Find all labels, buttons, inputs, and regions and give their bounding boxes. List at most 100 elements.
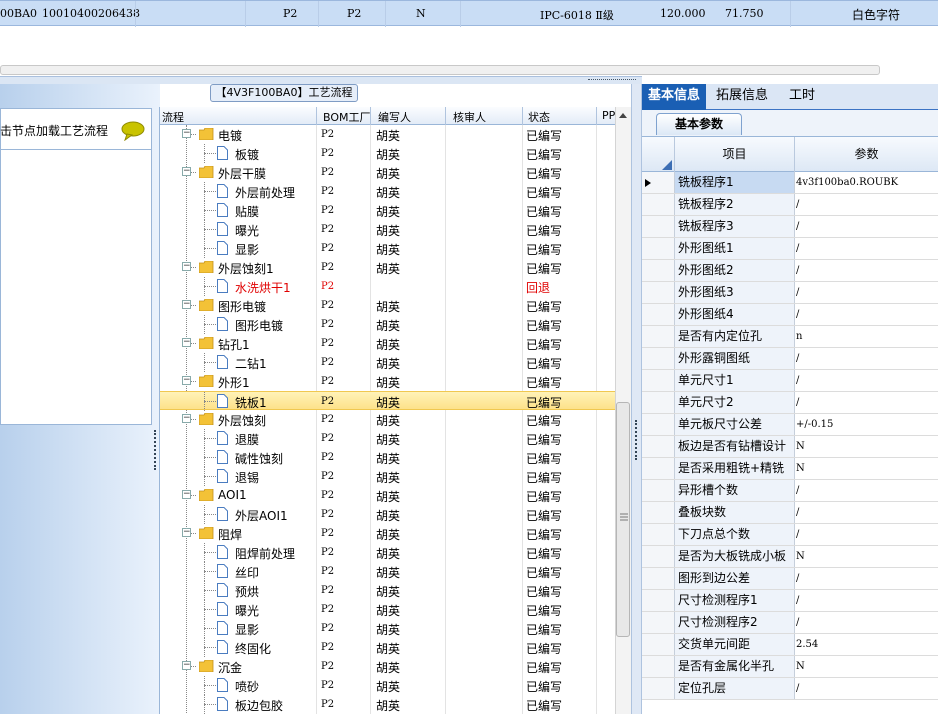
col-header-reviewer[interactable]: 核审人 xyxy=(453,109,486,125)
parameter-value[interactable]: / xyxy=(795,502,938,523)
parameter-row[interactable]: 是否有内定位孔 n xyxy=(642,326,938,348)
parameter-row[interactable]: 板边是否有钻槽设计 N xyxy=(642,436,938,458)
col-header-param[interactable]: 参数 xyxy=(795,137,938,172)
tree-step-row[interactable]: 铣板1 P2 胡英 已编写 xyxy=(160,391,615,411)
parameter-value[interactable]: N xyxy=(795,546,938,567)
tree-step-row[interactable]: 退膜 P2 胡英 已编写 xyxy=(160,429,615,448)
parameter-value[interactable]: / xyxy=(795,238,938,259)
parameter-row[interactable]: 叠板块数 / xyxy=(642,502,938,524)
parameter-value[interactable]: N xyxy=(795,458,938,479)
collapse-toggle-icon[interactable]: − xyxy=(182,490,191,499)
collapse-toggle-icon[interactable]: − xyxy=(182,528,191,537)
row-indicator[interactable] xyxy=(642,260,675,281)
tree-step-row[interactable]: 终固化 P2 胡英 已编写 xyxy=(160,638,615,657)
tree-group-row[interactable]: − 阻焊 P2 胡英 已编写 xyxy=(160,524,615,543)
parameter-row[interactable]: 外形图纸2/ xyxy=(642,260,938,282)
row-indicator[interactable] xyxy=(642,612,675,633)
collapse-toggle-icon[interactable]: − xyxy=(182,661,191,670)
left-splitter-grip-icon[interactable] xyxy=(154,430,157,470)
col-header-pp[interactable]: PP xyxy=(602,109,615,122)
tree-step-row[interactable]: 阻焊前处理 P2 胡英 已编写 xyxy=(160,543,615,562)
parameter-value[interactable]: / xyxy=(795,260,938,281)
tree-step-row[interactable]: 喷砂 P2 胡英 已编写 xyxy=(160,676,615,695)
collapse-toggle-icon[interactable]: − xyxy=(182,167,191,176)
tree-group-row[interactable]: − 外形1 P2 胡英 已编写 xyxy=(160,372,615,391)
row-indicator[interactable] xyxy=(642,634,675,655)
splitter-grip-icon[interactable] xyxy=(635,420,638,460)
row-indicator[interactable] xyxy=(642,216,675,237)
parameter-row[interactable]: 尺寸检测程序1/ xyxy=(642,590,938,612)
tree-step-row[interactable]: 曝光 P2 胡英 已编写 xyxy=(160,600,615,619)
row-indicator[interactable] xyxy=(642,282,675,303)
parameter-grid[interactable]: 项目 参数 铣板程序1 4v3f100ba0.ROUBK 铣板程序2/铣板程序3/外… xyxy=(642,136,938,714)
parameter-value[interactable]: / xyxy=(795,282,938,303)
tree-step-row[interactable]: 外层前处理 P2 胡英 已编写 xyxy=(160,182,615,201)
parameter-value[interactable]: / xyxy=(795,612,938,633)
col-header-bom[interactable]: BOM工厂 xyxy=(323,109,371,125)
tree-step-row[interactable]: 外层AOI1 P2 胡英 已编写 xyxy=(160,505,615,524)
parameter-row[interactable]: 单元尺寸2/ xyxy=(642,392,938,414)
collapse-toggle-icon[interactable]: − xyxy=(182,129,191,138)
row-indicator[interactable] xyxy=(642,194,675,215)
horizontal-splitter[interactable] xyxy=(0,76,642,84)
parameter-row[interactable]: 是否为大板铣成小板 N xyxy=(642,546,938,568)
tab-extended-info[interactable]: 拓展信息 xyxy=(712,84,772,110)
parameter-row[interactable]: 单元尺寸1/ xyxy=(642,370,938,392)
row-indicator[interactable] xyxy=(642,304,675,325)
tree-step-row[interactable]: 退锡 P2 胡英 已编写 xyxy=(160,467,615,486)
tree-group-row[interactable]: − AOI1 P2 胡英 已编写 xyxy=(160,486,615,505)
row-indicator[interactable] xyxy=(642,436,675,457)
tree-step-row[interactable]: 显影 P2 胡英 已编写 xyxy=(160,619,615,638)
row-indicator[interactable] xyxy=(642,370,675,391)
tree-step-row[interactable]: 贴膜 P2 胡英 已编写 xyxy=(160,201,615,220)
parameter-row[interactable]: 是否有金属化半孔 N xyxy=(642,656,938,678)
parameter-value[interactable]: 4v3f100ba0.ROUBK xyxy=(795,172,938,193)
parameter-value[interactable]: / xyxy=(795,348,938,369)
col-header-writer[interactable]: 编写人 xyxy=(378,109,411,125)
scrollbar-thumb[interactable] xyxy=(616,402,630,637)
parameter-value[interactable]: N xyxy=(795,436,938,457)
row-indicator[interactable] xyxy=(642,414,675,435)
parameter-value[interactable]: / xyxy=(795,392,938,413)
parameter-row[interactable]: 外形露铜图纸 / xyxy=(642,348,938,370)
parameter-row[interactable]: 是否采用粗铣+精铣 N xyxy=(642,458,938,480)
parameter-row[interactable]: 交货单元间距 2.54 xyxy=(642,634,938,656)
subtab-basic-params[interactable]: 基本参数 xyxy=(656,113,742,135)
parameter-value[interactable]: / xyxy=(795,304,938,325)
parameter-row[interactable]: 图形到边公差 / xyxy=(642,568,938,590)
tree-step-row[interactable]: 碱性蚀刻 P2 胡英 已编写 xyxy=(160,448,615,467)
row-indicator[interactable] xyxy=(642,238,675,259)
tree-step-row[interactable]: 曝光 P2 胡英 已编写 xyxy=(160,220,615,239)
collapse-toggle-icon[interactable]: − xyxy=(182,262,191,271)
tree-group-row[interactable]: − 电镀 P2 胡英 已编写 xyxy=(160,125,615,144)
vertical-splitter[interactable] xyxy=(631,84,642,714)
tree-step-row[interactable]: 丝印 P2 胡英 已编写 xyxy=(160,562,615,581)
parameter-value[interactable]: +/-0.15 xyxy=(795,414,938,435)
parameter-row[interactable]: 下刀点总个数 / xyxy=(642,524,938,546)
parameter-value[interactable]: / xyxy=(795,480,938,501)
row-indicator[interactable] xyxy=(642,524,675,545)
row-indicator[interactable] xyxy=(642,392,675,413)
tree-group-row[interactable]: − 图形电镀 P2 胡英 已编写 xyxy=(160,296,615,315)
process-tree-grid[interactable]: 流程 BOM工厂 编写人 核审人 状态 PP − 电镀 P2 胡英 已编写 板镀 P2 胡英已… xyxy=(159,107,615,714)
splitter-grip-icon[interactable] xyxy=(588,79,636,82)
parameter-value[interactable]: / xyxy=(795,194,938,215)
parameter-row[interactable]: 尺寸检测程序2/ xyxy=(642,612,938,634)
parameter-row[interactable]: 外形图纸3/ xyxy=(642,282,938,304)
row-indicator[interactable] xyxy=(642,458,675,479)
tree-step-row[interactable]: 板镀 P2 胡英 已编写 xyxy=(160,144,615,163)
parameter-value[interactable]: n xyxy=(795,326,938,347)
row-indicator[interactable] xyxy=(642,590,675,611)
row-indicator[interactable] xyxy=(642,656,675,677)
col-header-item[interactable]: 项目 xyxy=(675,137,795,172)
parameter-value[interactable]: / xyxy=(795,590,938,611)
tab-basic-info[interactable]: 基本信息 xyxy=(642,84,706,110)
parameter-row[interactable]: 外形图纸4/ xyxy=(642,304,938,326)
parameter-row[interactable]: 定位孔层 / xyxy=(642,678,938,700)
speech-bubble-icon[interactable] xyxy=(120,121,146,141)
parameter-row[interactable]: 外形图纸1/ xyxy=(642,238,938,260)
col-header-status[interactable]: 状态 xyxy=(528,109,550,125)
collapse-toggle-icon[interactable]: − xyxy=(182,376,191,385)
collapse-toggle-icon[interactable]: − xyxy=(182,414,191,423)
parameter-value[interactable]: / xyxy=(795,524,938,545)
